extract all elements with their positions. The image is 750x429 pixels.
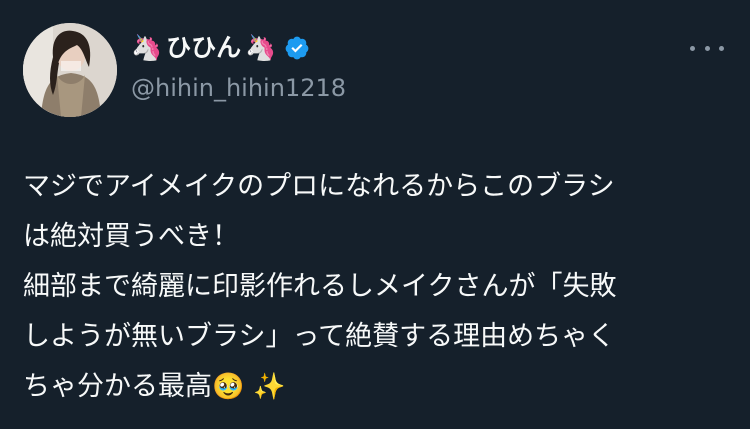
sparkles-emoji-icon: ✨ [252,372,286,402]
post-text-line: 細部まで綺麗に印影作れるしメイクさんが「失敗 [23,271,617,302]
pleading-face-emoji-icon: 🥹 [212,372,245,402]
verified-badge-icon [285,36,309,60]
author-handle[interactable]: @hihin_hihin1218 [131,72,346,104]
author-display-name[interactable]: ひひん [166,30,241,66]
post-text-line: しようが無いブラシ」って絶賛する理由めちゃく [23,321,616,352]
post-text-line: マジでアイメイクのプロになれるからこのブラシ [23,171,615,202]
more-horizontal-icon[interactable] [690,38,724,58]
avatar[interactable] [23,23,117,117]
more-dot [704,45,710,51]
post-text: マジでアイメイクのプロになれるからこのブラシ は絶対買うべき！ 細部まで綺麗に印… [23,162,733,412]
unicorn-emoji-icon: 🦄 [245,33,277,62]
more-dot [719,45,724,51]
author-name-row[interactable]: 🦄 ひひん 🦄 [131,30,310,66]
more-dot [690,45,695,51]
avatar-image [23,23,117,117]
post-text-line: は絶対買うべき！ [23,221,239,252]
post-text-line: ちゃ分かる最高 [23,371,212,402]
unicorn-emoji-icon: 🦄 [131,33,163,62]
post-text-last-line: ちゃ分かる最高🥹 ✨ [23,362,733,412]
post-card: 🦄 ひひん 🦄 @hihin_hihin1218 マジでアイメイクのプロになれる… [0,0,750,429]
